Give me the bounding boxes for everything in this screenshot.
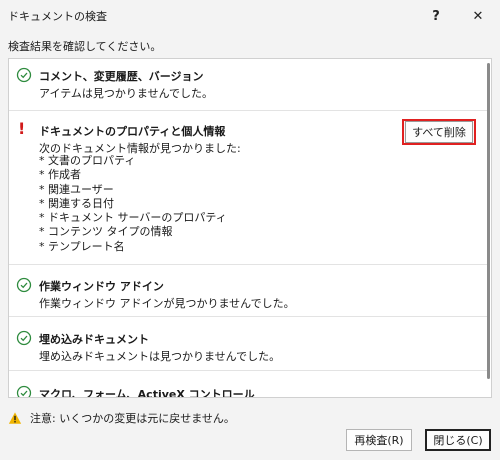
result-section-macros: マクロ、フォーム、ActiveX コントロール [9,371,487,398]
section-description: 埋め込みドキュメントは見つかりませんでした。 [39,350,281,363]
close-window-button[interactable]: ✕ [456,0,500,32]
window-title: ドキュメントの検査 [8,10,107,23]
check-circle-icon [16,67,32,83]
section-title: 埋め込みドキュメント [39,333,149,346]
help-button[interactable]: ? [414,0,458,32]
section-description: 作業ウィンドウ アドインが見つかりませんでした。 [39,297,295,310]
section-title: コメント、変更履歴、バージョン [39,70,204,83]
found-item: * 関連ユーザー [39,182,114,196]
result-section-embedded-docs: 埋め込みドキュメント 埋め込みドキュメントは見つかりませんでした。 [9,317,487,371]
footer-warning-text: 注意: いくつかの変更は元に戻せません。 [30,412,235,425]
remove-all-button[interactable]: すべて削除 [402,119,476,145]
check-circle-icon [16,277,32,293]
result-section-task-pane-addins: 作業ウィンドウ アドイン 作業ウィンドウ アドインが見つかりませんでした。 [9,265,487,317]
check-circle-icon [16,330,32,346]
close-button[interactable]: 閉じる(C) [425,429,491,451]
section-title: 作業ウィンドウ アドイン [39,280,164,293]
scrollbar-thumb[interactable] [487,63,490,379]
section-description: アイテムは見つかりませんでした。 [39,87,214,100]
found-items-list: * 文書のプロパティ * 作成者 * 関連ユーザー * 関連する日付 * ドキュ… [39,154,227,254]
result-section-properties: ! ドキュメントのプロパティと個人情報 次のドキュメント情報が見つかりました: … [9,111,487,265]
results-panel[interactable]: コメント、変更履歴、バージョン アイテムは見つかりませんでした。 ! ドキュメン… [8,58,492,398]
found-item: * 関連する日付 [39,196,114,210]
warning-triangle-icon [8,412,22,424]
recheck-button[interactable]: 再検査(R) [346,429,412,451]
found-item: * コンテンツ タイプの情報 [39,225,173,239]
result-section-comments: コメント、変更履歴、バージョン アイテムは見つかりませんでした。 [9,59,487,111]
footer-warning: 注意: いくつかの変更は元に戻せません。 [8,410,235,426]
title-bar: ドキュメントの検査 ? ✕ [0,0,500,32]
remove-all-label: すべて削除 [405,121,473,143]
found-item: * テンプレート名 [39,239,125,253]
exclamation-icon: ! [18,119,26,138]
found-item: * 作成者 [39,168,81,182]
found-item: * 文書のプロパティ [39,154,136,167]
found-item: * ドキュメント サーバーのプロパティ [39,211,227,225]
instruction-text: 検査結果を確認してください。 [8,40,162,53]
section-title: ドキュメントのプロパティと個人情報 [39,125,226,138]
check-circle-icon [16,385,32,397]
section-title: マクロ、フォーム、ActiveX コントロール [39,388,255,398]
